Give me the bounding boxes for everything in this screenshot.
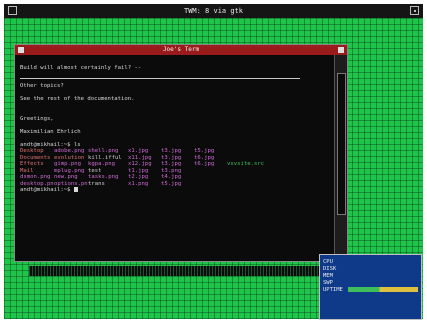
listing-entry: trans [88, 180, 105, 187]
taskbar-strip [29, 266, 324, 276]
listing-entry: x1.png [128, 180, 149, 187]
iconify-icon[interactable] [18, 47, 24, 53]
terminal-output[interactable]: Build will almost certainly fail? -- Othe… [20, 58, 332, 258]
maximize-icon[interactable] [410, 6, 419, 15]
listing-entry: t5.jpg [161, 180, 182, 187]
memory-meter [348, 287, 418, 292]
monitor-line: DISK [323, 266, 337, 272]
terminal-line: Build will almost certainly fail? -- [20, 64, 142, 71]
window-titlebar[interactable]: TWM: 8 via gtk [4, 4, 423, 18]
listing-entry [227, 181, 275, 188]
menu-icon[interactable] [8, 6, 17, 15]
shell-prompt[interactable]: andt@mikhail:~$ [20, 187, 332, 194]
terminal-scrollbar[interactable] [334, 55, 347, 261]
resize-icon[interactable] [338, 47, 344, 53]
monitor-line: SWP [323, 280, 333, 286]
terminal-title: Joe's Term [162, 46, 200, 53]
window-title: TWM: 8 via gtk [183, 7, 243, 15]
scrollbar-thumb[interactable] [337, 73, 346, 215]
screen: TWM: 8 via gtk Joe's Term Build will alm… [4, 4, 423, 320]
cursor-icon [73, 187, 78, 192]
system-monitor: CPUDISKMEMSWPUPTIME 0 days 0:15 [319, 254, 422, 320]
monitor-line: MEM [323, 273, 333, 279]
terminal-titlebar[interactable]: Joe's Term [15, 45, 347, 55]
file-listing: Desktop adobe.png shell.png x1.jpg t3.jpg t5.… [20, 148, 332, 187]
listing-entry [194, 181, 227, 188]
monitor-line: CPU [323, 259, 333, 265]
separator-line [20, 78, 300, 79]
terminal-window[interactable]: Joe's Term Build will almost certainly f… [14, 44, 348, 262]
